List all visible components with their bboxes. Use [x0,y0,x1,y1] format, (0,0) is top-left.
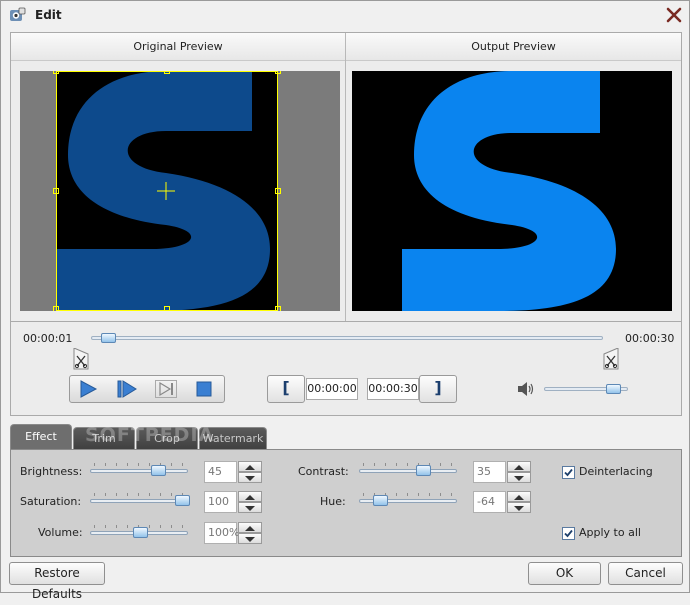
spin-up-icon[interactable] [238,461,262,472]
brightness-thumb[interactable] [151,465,167,476]
brightness-label: Brightness: [20,465,83,478]
apply-to-all-checkbox[interactable] [562,527,575,540]
contrast-label: Contrast: [298,465,349,478]
spin-up-icon[interactable] [238,522,262,533]
app-icon [10,7,26,21]
play-icon[interactable] [77,379,99,399]
checkmark-icon [564,529,573,538]
tab-effect[interactable]: Effect [10,424,72,451]
output-preview-header: Output Preview [346,33,681,61]
set-start-button[interactable]: [ [267,375,305,403]
edit-dialog: Edit Original Preview Output Preview 00:… [0,0,690,601]
speaker-icon[interactable] [517,381,535,397]
saturation-label: Saturation: [20,495,82,508]
spin-down-icon[interactable] [238,502,262,513]
crop-handle[interactable] [53,306,59,311]
restore-defaults-button[interactable]: Restore Defaults [9,562,105,601]
clip-end-field[interactable]: 00:00:30 [367,378,419,400]
cancel-button[interactable]: Cancel [608,562,683,585]
crosshair-icon [157,182,175,200]
end-time: 00:00:30 [625,332,675,345]
output-preview [352,71,672,311]
clip-start-field[interactable]: 00:00:00 [306,378,358,400]
contrast-spinner[interactable]: 35 [473,461,531,483]
saturation-thumb[interactable] [175,495,190,506]
stop-icon[interactable] [195,380,213,398]
apply-to-all-label[interactable]: Apply to all [579,526,641,539]
logo-s-shape [402,71,616,311]
spin-down-icon[interactable] [507,502,531,513]
volume-effect-thumb[interactable] [132,527,148,538]
hue-value[interactable]: -64 [473,491,506,513]
dialog-title: Edit [35,8,62,22]
deinterlacing-label[interactable]: Deinterlacing [579,465,653,478]
brightness-slider[interactable] [90,463,190,477]
contrast-value[interactable]: 35 [473,461,506,483]
hue-thumb[interactable] [372,495,388,506]
output-preview-image [402,71,616,311]
close-icon[interactable] [665,6,683,24]
volume-slider[interactable] [90,525,190,539]
deinterlacing-checkbox[interactable] [562,466,575,479]
crop-handle[interactable] [275,306,281,311]
set-end-button[interactable]: ] [419,375,457,403]
spin-up-icon[interactable] [507,491,531,502]
spin-up-icon[interactable] [238,491,262,502]
trim-end-marker-icon[interactable] [603,348,619,370]
effect-panel: Brightness: 45 Saturation: 100 Volume: 1… [10,449,682,557]
title-bar: Edit [1,1,689,31]
crop-handle[interactable] [53,188,59,194]
playback-controls: 00:00:01 00:00:30 [00:00:00 00:00:30] [10,322,682,416]
volume-label: Volume: [38,526,83,539]
original-preview [20,71,340,311]
crop-handle[interactable] [275,71,281,74]
volume-value[interactable]: 100% [204,522,239,544]
crop-handle[interactable] [275,188,281,194]
volume-spinner[interactable]: 100% [204,522,262,544]
spin-down-icon[interactable] [507,472,531,483]
contrast-thumb[interactable] [415,465,431,476]
hue-spinner[interactable]: -64 [473,491,531,513]
hue-label: Hue: [320,495,346,508]
original-preview-header: Original Preview [11,33,345,61]
current-time: 00:00:01 [23,332,73,345]
preview-divider [345,33,346,321]
brightness-value[interactable]: 45 [204,461,237,483]
hue-slider[interactable] [359,493,459,507]
ok-button[interactable]: OK [528,562,601,585]
spin-down-icon[interactable] [238,533,262,544]
next-frame-icon[interactable] [115,379,139,399]
saturation-value[interactable]: 100 [204,491,237,513]
brightness-spinner[interactable]: 45 [204,461,262,483]
contrast-slider[interactable] [359,463,459,477]
crop-handle[interactable] [53,71,59,74]
volume-thumb[interactable] [606,384,622,394]
saturation-spinner[interactable]: 100 [204,491,262,513]
saturation-slider[interactable] [90,493,190,507]
timeline-track[interactable] [91,336,603,340]
trim-start-marker-icon[interactable] [73,348,89,370]
spin-up-icon[interactable] [507,461,531,472]
watermark-overlay: SOFTPEDIA [85,424,215,446]
skip-end-icon[interactable] [154,379,178,399]
checkmark-icon [564,468,573,477]
preview-area: Original Preview Output Preview [10,32,682,322]
timeline-thumb[interactable] [100,333,116,343]
crop-handle[interactable] [164,71,170,74]
spin-down-icon[interactable] [238,472,262,483]
crop-handle[interactable] [164,306,170,311]
